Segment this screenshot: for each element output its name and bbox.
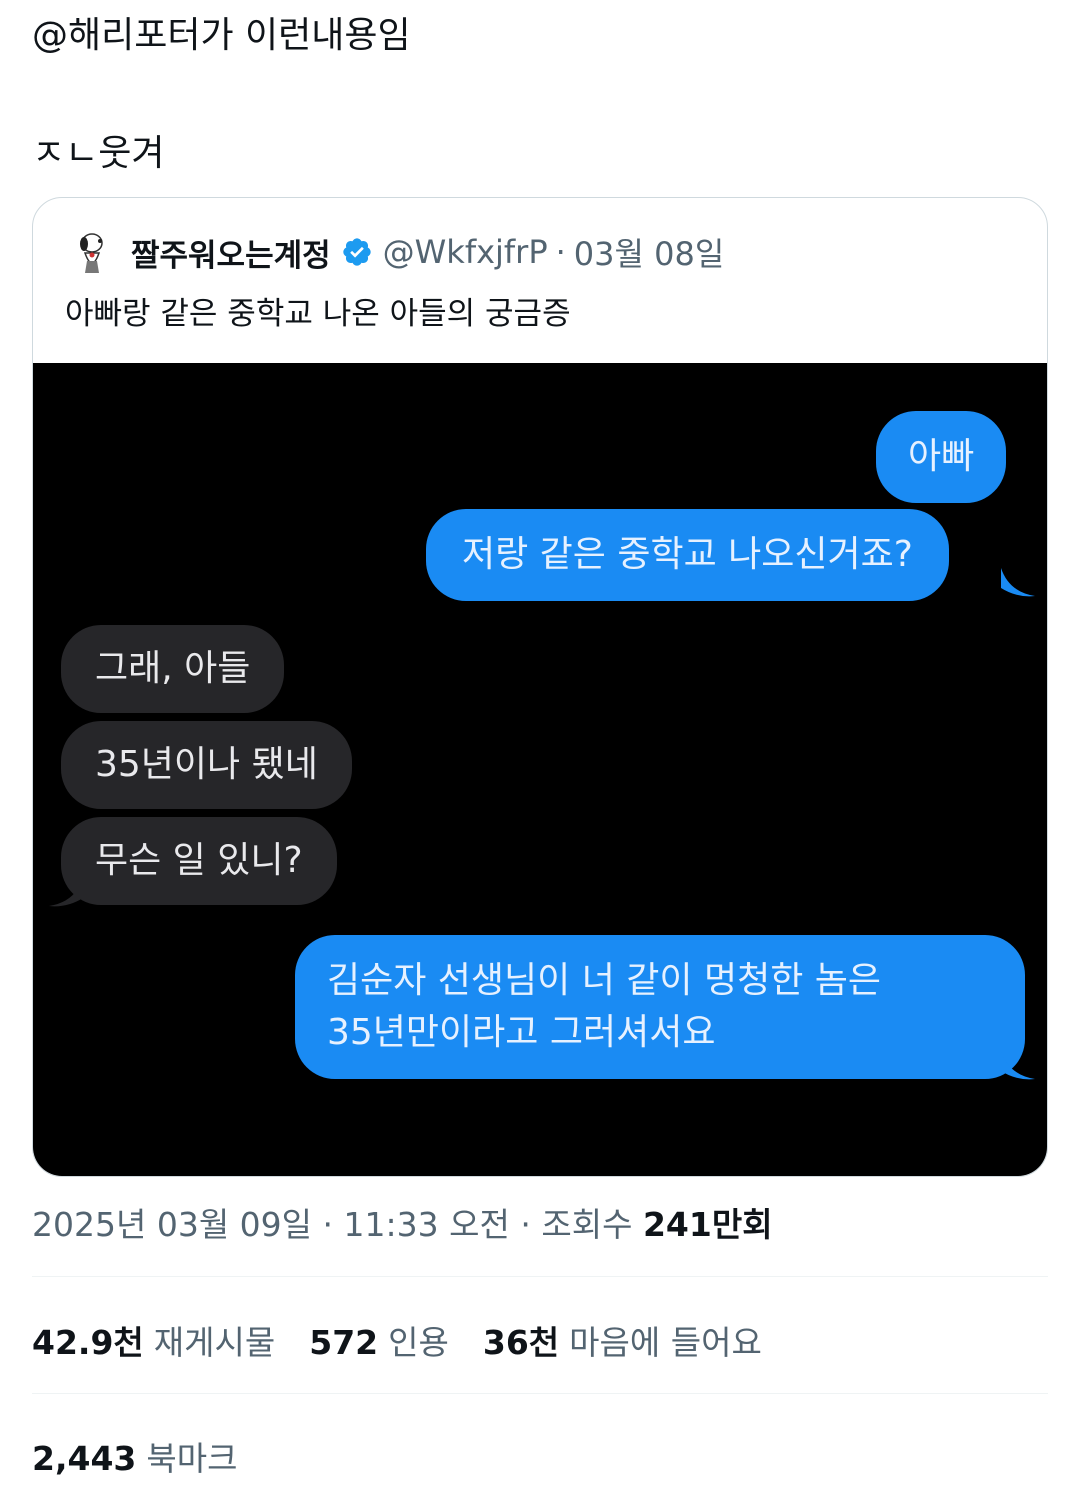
chat-bubble-incoming: 무슨 일 있니? [61, 817, 337, 905]
reposts-count: 42.9천 [32, 1323, 144, 1362]
views-label: 조회수 [541, 1205, 633, 1244]
quoted-tweet-date[interactable]: 03월 08일 [574, 229, 725, 275]
divider [32, 1276, 1048, 1277]
separator-dot: · [555, 233, 566, 271]
reposts-label: 재게시물 [153, 1323, 276, 1362]
separator-dot: · [322, 1205, 334, 1244]
bubble-tail [1001, 1051, 1035, 1080]
avatar[interactable] [67, 227, 117, 277]
bookmarks-stat[interactable]: 2,443 북마크 [32, 1432, 237, 1480]
bubble-tail [49, 878, 83, 907]
quotes-stat[interactable]: 572 인용 [309, 1316, 449, 1364]
post-date[interactable]: 2025년 03월 09일 [32, 1205, 312, 1244]
chat-bubble-outgoing: 아빠 [876, 411, 1007, 503]
post-metadata: 2025년 03월 09일 · 11:33 오전 · 조회수 241만회 [32, 1198, 773, 1246]
quoted-author-handle[interactable]: @WkfxjfrP [383, 233, 548, 271]
views-unit: 만회 [711, 1205, 773, 1244]
chat-bubble-incoming: 35년이나 됐네 [61, 721, 352, 809]
chat-bubble-line: 김순자 선생님이 너 같이 멍청한 놈은 [327, 960, 882, 1001]
quoted-tweet-header: 짤주워오는계정 @WkfxjfrP · 03월 08일 [67, 226, 724, 278]
bookmarks-count: 2,443 [32, 1439, 137, 1478]
snoopy-avatar-icon [80, 233, 103, 273]
chat-bubble-outgoing: 저랑 같은 중학교 나오신거죠? [426, 509, 949, 601]
reposts-stat[interactable]: 42.9천 재게시물 [32, 1316, 275, 1364]
likes-stat[interactable]: 36천 마음에 들어요 [483, 1316, 762, 1364]
bookmarks-label: 북마크 [146, 1439, 238, 1478]
quotes-label: 인용 [388, 1323, 449, 1362]
verified-badge-icon [342, 238, 371, 266]
chat-bubble-line: 35년만이라고 그러셔서요 [327, 1012, 716, 1053]
quotes-count: 572 [309, 1323, 379, 1362]
likes-label: 마음에 들어요 [569, 1323, 762, 1362]
post-detail: @해리포터가 이런내용임 ㅈㄴ웃겨 짤주워오는계정 @WkfxjfrP · 03… [0, 0, 1080, 1508]
quoted-tweet-text: 아빠랑 같은 중학교 나온 아들의 궁금증 [65, 296, 571, 332]
quoted-author-name[interactable]: 짤주워오는계정 [131, 230, 331, 275]
views-count: 241 [642, 1205, 712, 1244]
chat-bubble-incoming: 그래, 아들 [61, 625, 285, 713]
engagement-stats: 42.9천 재게시물 572 인용 36천 마음에 들어요 [32, 1316, 796, 1364]
quoted-tweet-image[interactable]: 아빠 저랑 같은 중학교 나오신거죠? 그래, 아들 35년이나 됐네 무슨 일… [33, 363, 1047, 1176]
bubble-tail [1001, 568, 1035, 597]
bookmark-stats: 2,443 북마크 [32, 1432, 271, 1480]
post-time[interactable]: 11:33 오전 [344, 1205, 510, 1244]
post-text-line: ㅈㄴ웃겨 [32, 133, 165, 174]
post-text-line: @해리포터가 이런내용임 [32, 15, 411, 56]
likes-count: 36천 [482, 1323, 560, 1362]
chat-bubble-outgoing: 김순자 선생님이 너 같이 멍청한 놈은 35년만이라고 그러셔서요 [295, 935, 1025, 1079]
separator-dot: · [520, 1205, 531, 1244]
divider [32, 1393, 1048, 1394]
quoted-tweet-card[interactable]: 짤주워오는계정 @WkfxjfrP · 03월 08일 아빠랑 같은 중학교 나… [32, 197, 1048, 1177]
